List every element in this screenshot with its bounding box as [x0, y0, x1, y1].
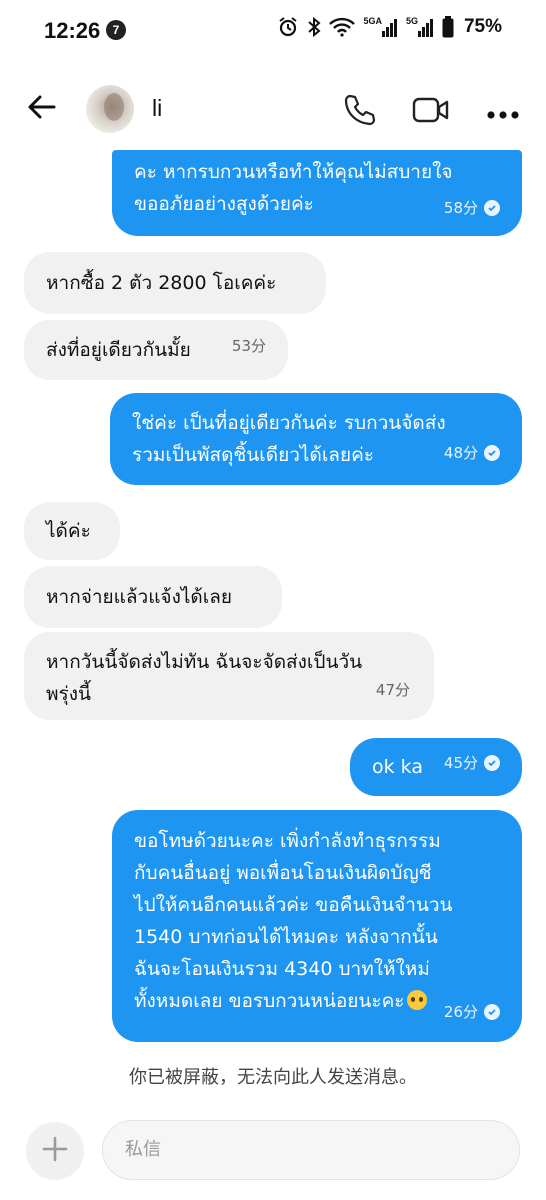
message-text: หากวันนี้จัดส่งไม่ทัน ฉันจะจัดส่งเป็นวัน… — [46, 651, 363, 705]
message-time: 26分 — [443, 1003, 478, 1021]
phone-icon[interactable] — [342, 93, 376, 131]
pleading-face-emoji — [406, 990, 427, 1010]
contact-name[interactable]: li — [152, 95, 162, 122]
message-time: 53分 — [231, 337, 266, 355]
blocked-notice: 你已被屏蔽，无法向此人发送消息。 — [129, 1067, 417, 1088]
message-time: 47分 — [375, 681, 410, 699]
message-text-wrap: ขอโทษด้วยนะคะ เพิ่งกำลังทำธุรกรรม กับคนอ… — [134, 825, 500, 1017]
avatar[interactable] — [86, 85, 134, 133]
message-input[interactable] — [102, 1120, 520, 1180]
plus-icon — [41, 1135, 69, 1167]
signal-5g-icon: 5G — [406, 17, 434, 37]
back-arrow-icon[interactable] — [26, 91, 58, 127]
battery-percent: 75% — [463, 16, 502, 37]
read-check-icon — [484, 200, 500, 216]
message-received[interactable]: ได้ค่ะ — [24, 502, 120, 560]
message-text: ได้ค่ะ — [46, 520, 91, 542]
status-icons: 5GA 5G 75% — [277, 16, 502, 38]
read-check-icon — [484, 445, 500, 461]
battery-icon — [442, 16, 454, 38]
status-time: 12:26 — [44, 18, 101, 43]
message-received[interactable]: หากซื้อ 2 ตัว 2800 โอเคค่ะ — [24, 252, 326, 314]
message-time: 45分 — [443, 754, 478, 772]
message-text: ส่งที่อยู่เดียวกันมั้ย — [46, 339, 191, 361]
message-received[interactable]: ส่งที่อยู่เดียวกันมั้ย 53分 — [24, 320, 288, 380]
message-text: ok ka — [372, 756, 423, 778]
wifi-icon — [329, 17, 356, 37]
message-meta: 26分 — [444, 996, 500, 1028]
message-meta: 53分 — [232, 330, 266, 362]
read-check-icon — [484, 1004, 500, 1020]
bluetooth-icon — [307, 16, 321, 38]
message-meta: 47分 — [376, 674, 410, 706]
alarm-icon — [277, 16, 299, 38]
signal-5ga-icon: 5GA — [363, 17, 398, 37]
message-meta: 58分 — [444, 192, 500, 224]
video-camera-icon[interactable] — [412, 95, 450, 129]
read-check-icon — [484, 755, 500, 771]
message-time: 58分 — [443, 199, 478, 217]
message-text: หากจ่ายแล้วแจ้งได้เลย — [46, 586, 233, 608]
message-received[interactable]: หากวันนี้จัดส่งไม่ทัน ฉันจะจัดส่งเป็นวัน… — [24, 632, 434, 720]
chat-header: li — [0, 75, 546, 145]
message-sent[interactable]: ok ka 45分 — [350, 738, 522, 796]
more-icon[interactable] — [486, 105, 520, 124]
message-sent[interactable]: คะ หากรบกวนหรือทำให้คุณไม่สบายใจ ขออภัยอ… — [112, 150, 522, 236]
message-time: 48分 — [443, 444, 478, 462]
status-bar: 12:26 7 5GA 5G 75% — [0, 0, 546, 60]
notification-badge: 7 — [106, 20, 126, 40]
message-text: ขอโทษด้วยนะคะ เพิ่งกำลังทำธุรกรรม กับคนอ… — [134, 830, 453, 1012]
message-meta: 48分 — [444, 437, 500, 469]
message-sent[interactable]: ขอโทษด้วยนะคะ เพิ่งกำลังทำธุรกรรม กับคนอ… — [112, 810, 522, 1042]
message-text: หากซื้อ 2 ตัว 2800 โอเคค่ะ — [46, 272, 277, 294]
message-sent[interactable]: ใช่ค่ะ เป็นที่อยู่เดียวกันค่ะ รบกวนจัดส่… — [110, 393, 522, 485]
message-received[interactable]: หากจ่ายแล้วแจ้งได้เลย — [24, 566, 282, 628]
add-button[interactable] — [26, 1122, 84, 1180]
message-meta: 45分 — [444, 747, 500, 779]
